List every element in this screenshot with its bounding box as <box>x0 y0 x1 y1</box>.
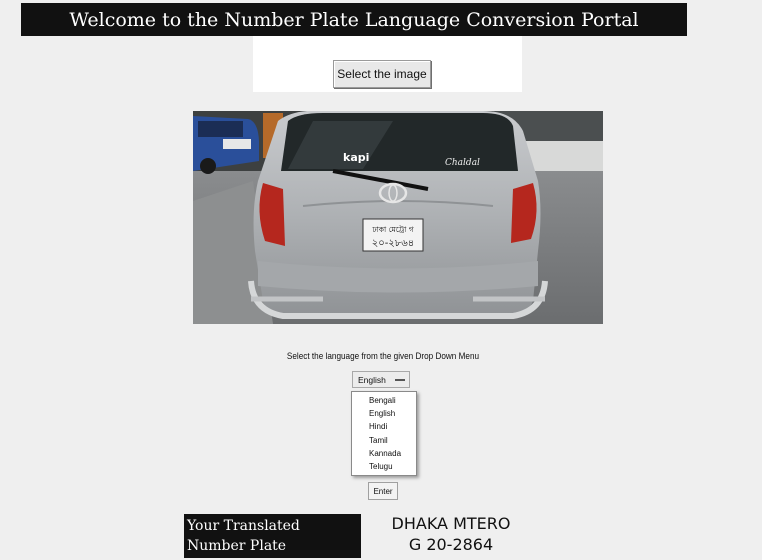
translated-plate-label-line1: Your Translated <box>187 518 300 534</box>
uploaded-car-image: kapi Chaldal ঢাকা মেট্রো গ ২০-২৮৬৪ <box>193 111 603 324</box>
translated-plate-value-line2: G 20-2864 <box>408 535 494 554</box>
language-dropdown[interactable]: English <box>352 371 410 388</box>
language-options-menu: Bengali English Hindi Tamil Kannada Telu… <box>351 391 417 476</box>
sticker-kapi: kapi <box>343 151 369 164</box>
select-image-label: Select the image <box>337 67 427 81</box>
page-title-text: Welcome to the Number Plate Language Con… <box>69 8 639 31</box>
language-prompt: Select the language from the given Drop … <box>286 351 480 362</box>
plate-text-line1: ঢাকা মেট্রো গ <box>371 225 414 234</box>
enter-button-label: Enter <box>373 486 393 496</box>
menu-item-english[interactable]: English <box>369 409 395 419</box>
enter-button[interactable]: Enter <box>368 482 398 500</box>
menu-item-bengali[interactable]: Bengali <box>369 396 396 406</box>
menu-item-telugu[interactable]: Telugu <box>369 462 393 472</box>
plate-text-line2: ২০-২৮৬৪ <box>372 238 415 249</box>
translated-plate-label: Your Translated Number Plate <box>184 514 361 558</box>
translated-plate-value: DHAKA MTERO G 20-2864 <box>376 513 526 555</box>
language-dropdown-value: English <box>358 374 386 385</box>
page-title: Welcome to the Number Plate Language Con… <box>21 3 687 36</box>
dropdown-indicator-icon <box>395 379 405 381</box>
sticker-chaldal: Chaldal <box>445 158 480 168</box>
menu-item-kannada[interactable]: Kannada <box>369 449 401 459</box>
menu-item-hindi[interactable]: Hindi <box>369 422 387 432</box>
translated-plate-value-line1: DHAKA MTERO <box>391 514 511 533</box>
translated-plate-label-line2: Number Plate <box>187 538 287 554</box>
menu-item-tamil[interactable]: Tamil <box>369 436 388 446</box>
select-image-button[interactable]: Select the image <box>333 60 431 88</box>
